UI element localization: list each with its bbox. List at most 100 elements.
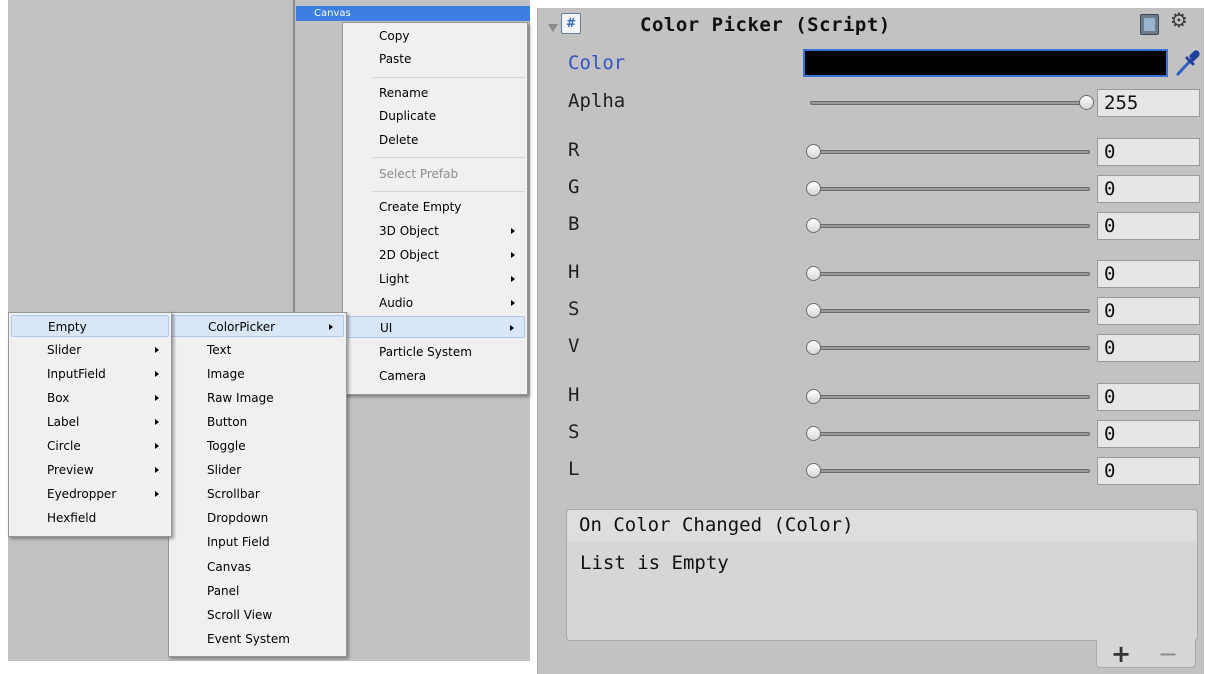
menu-item-dropdown[interactable]: Dropdown bbox=[171, 507, 344, 529]
slider-thumb[interactable] bbox=[806, 181, 821, 196]
menu-item-empty[interactable]: Empty bbox=[11, 315, 169, 337]
slider-track[interactable] bbox=[810, 224, 1090, 228]
submenu-arrow-icon bbox=[155, 491, 159, 497]
slider[interactable] bbox=[806, 179, 1094, 199]
help-book-icon[interactable] bbox=[1140, 14, 1159, 35]
slider[interactable] bbox=[806, 264, 1094, 284]
slider-track[interactable] bbox=[810, 346, 1090, 350]
slider-track[interactable] bbox=[810, 395, 1090, 399]
submenu-arrow-icon bbox=[155, 371, 159, 377]
menu-item-box[interactable]: Box bbox=[11, 387, 169, 409]
menu-item-preview[interactable]: Preview bbox=[11, 459, 169, 481]
menu-item-circle[interactable]: Circle bbox=[11, 435, 169, 457]
slider-track[interactable] bbox=[810, 432, 1090, 436]
menu-item-audio[interactable]: Audio bbox=[345, 292, 525, 314]
menu-item-toggle[interactable]: Toggle bbox=[171, 435, 344, 457]
hierarchy-item-canvas[interactable]: Canvas bbox=[296, 6, 530, 21]
menu-item-event-system[interactable]: Event System bbox=[171, 628, 344, 650]
value-field[interactable]: 0 bbox=[1097, 383, 1200, 411]
menu-item-scroll-view[interactable]: Scroll View bbox=[171, 604, 344, 626]
menu-separator bbox=[373, 157, 525, 158]
menu-item-label[interactable]: Label bbox=[11, 411, 169, 433]
menu-item-2d-object[interactable]: 2D Object bbox=[345, 244, 525, 266]
slider-thumb[interactable] bbox=[806, 340, 821, 355]
menu-item-copy[interactable]: Copy bbox=[345, 25, 525, 47]
value-field[interactable]: 255 bbox=[1097, 89, 1200, 117]
menu-item-input-field[interactable]: Input Field bbox=[171, 531, 344, 553]
menu-item-hexfield[interactable]: Hexfield bbox=[11, 507, 169, 529]
foldout-triangle-icon[interactable] bbox=[548, 24, 558, 32]
field-label: V bbox=[568, 335, 580, 357]
menu-item-text[interactable]: Text bbox=[171, 339, 344, 361]
csharp-script-icon: # bbox=[561, 13, 581, 34]
menu-separator bbox=[373, 191, 525, 192]
value-field[interactable]: 0 bbox=[1097, 138, 1200, 166]
value-field[interactable]: 0 bbox=[1097, 420, 1200, 448]
slider-track[interactable] bbox=[810, 469, 1090, 473]
menu-item-create-empty[interactable]: Create Empty bbox=[345, 196, 525, 218]
menu-item-eyedropper[interactable]: Eyedropper bbox=[11, 483, 169, 505]
slider-thumb[interactable] bbox=[806, 463, 821, 478]
menu-item-light[interactable]: Light bbox=[345, 268, 525, 290]
menu-item-panel[interactable]: Panel bbox=[171, 580, 344, 602]
slider-thumb[interactable] bbox=[806, 389, 821, 404]
menu-item-colorpicker[interactable]: ColorPicker bbox=[171, 315, 344, 337]
menu-item-slider[interactable]: Slider bbox=[171, 459, 344, 481]
value-field[interactable]: 0 bbox=[1097, 334, 1200, 362]
slider-track[interactable] bbox=[810, 187, 1090, 191]
slider[interactable] bbox=[806, 424, 1094, 444]
add-event-button[interactable]: + bbox=[1111, 640, 1131, 668]
slider-track[interactable] bbox=[810, 309, 1090, 313]
menu-item-cp-slider[interactable]: Slider bbox=[11, 339, 169, 361]
eyedropper-icon[interactable] bbox=[1172, 47, 1202, 79]
menu-item-button[interactable]: Button bbox=[171, 411, 344, 433]
context-menu: Copy Paste Rename Duplicate Delete Selec… bbox=[342, 22, 528, 395]
slider[interactable] bbox=[806, 461, 1094, 481]
slider[interactable] bbox=[806, 216, 1094, 236]
value-field[interactable]: 0 bbox=[1097, 457, 1200, 485]
menu-item-particle-system[interactable]: Particle System bbox=[345, 341, 525, 363]
menu-item-duplicate[interactable]: Duplicate bbox=[345, 105, 525, 127]
menu-item-raw-image[interactable]: Raw Image bbox=[171, 387, 344, 409]
menu-item-camera[interactable]: Camera bbox=[345, 365, 525, 387]
menu-item-image[interactable]: Image bbox=[171, 363, 344, 385]
field-label: R bbox=[568, 139, 580, 161]
menu-item-scrollbar[interactable]: Scrollbar bbox=[171, 483, 344, 505]
field-label: S bbox=[568, 298, 580, 320]
slider[interactable] bbox=[806, 93, 1094, 113]
slider[interactable] bbox=[806, 387, 1094, 407]
color-field[interactable] bbox=[803, 49, 1168, 77]
slider-track[interactable] bbox=[810, 150, 1090, 154]
menu-item-inputfield[interactable]: InputField bbox=[11, 363, 169, 385]
menu-item-paste[interactable]: Paste bbox=[345, 48, 525, 70]
field-label: H bbox=[568, 261, 580, 283]
menu-item-canvas[interactable]: Canvas bbox=[171, 556, 344, 578]
menu-item-3d-object[interactable]: 3D Object bbox=[345, 220, 525, 242]
menu-separator bbox=[373, 77, 525, 78]
value-field[interactable]: 0 bbox=[1097, 297, 1200, 325]
slider-thumb[interactable] bbox=[806, 218, 821, 233]
slider-thumb[interactable] bbox=[806, 426, 821, 441]
slider-track[interactable] bbox=[810, 101, 1090, 105]
slider[interactable] bbox=[806, 301, 1094, 321]
value-field[interactable]: 0 bbox=[1097, 175, 1200, 203]
slider-thumb[interactable] bbox=[806, 266, 821, 281]
menu-item-delete[interactable]: Delete bbox=[345, 129, 525, 151]
field-label: B bbox=[568, 213, 580, 235]
field-label: H bbox=[568, 384, 580, 406]
value-field[interactable]: 0 bbox=[1097, 260, 1200, 288]
slider[interactable] bbox=[806, 338, 1094, 358]
ui-submenu: ColorPicker Text Image Raw Image Button … bbox=[168, 312, 347, 657]
slider-thumb[interactable] bbox=[806, 303, 821, 318]
slider-track[interactable] bbox=[810, 272, 1090, 276]
slider-thumb[interactable] bbox=[1079, 95, 1094, 110]
slider[interactable] bbox=[806, 142, 1094, 162]
menu-item-ui[interactable]: UI bbox=[345, 316, 525, 338]
remove-event-button[interactable]: − bbox=[1158, 640, 1178, 668]
value-field[interactable]: 0 bbox=[1097, 212, 1200, 240]
gear-icon[interactable]: ⚙ bbox=[1170, 8, 1188, 32]
menu-item-rename[interactable]: Rename bbox=[345, 82, 525, 104]
slider-thumb[interactable] bbox=[806, 144, 821, 159]
field-label: Aplha bbox=[568, 90, 626, 112]
field-label: G bbox=[568, 176, 580, 198]
